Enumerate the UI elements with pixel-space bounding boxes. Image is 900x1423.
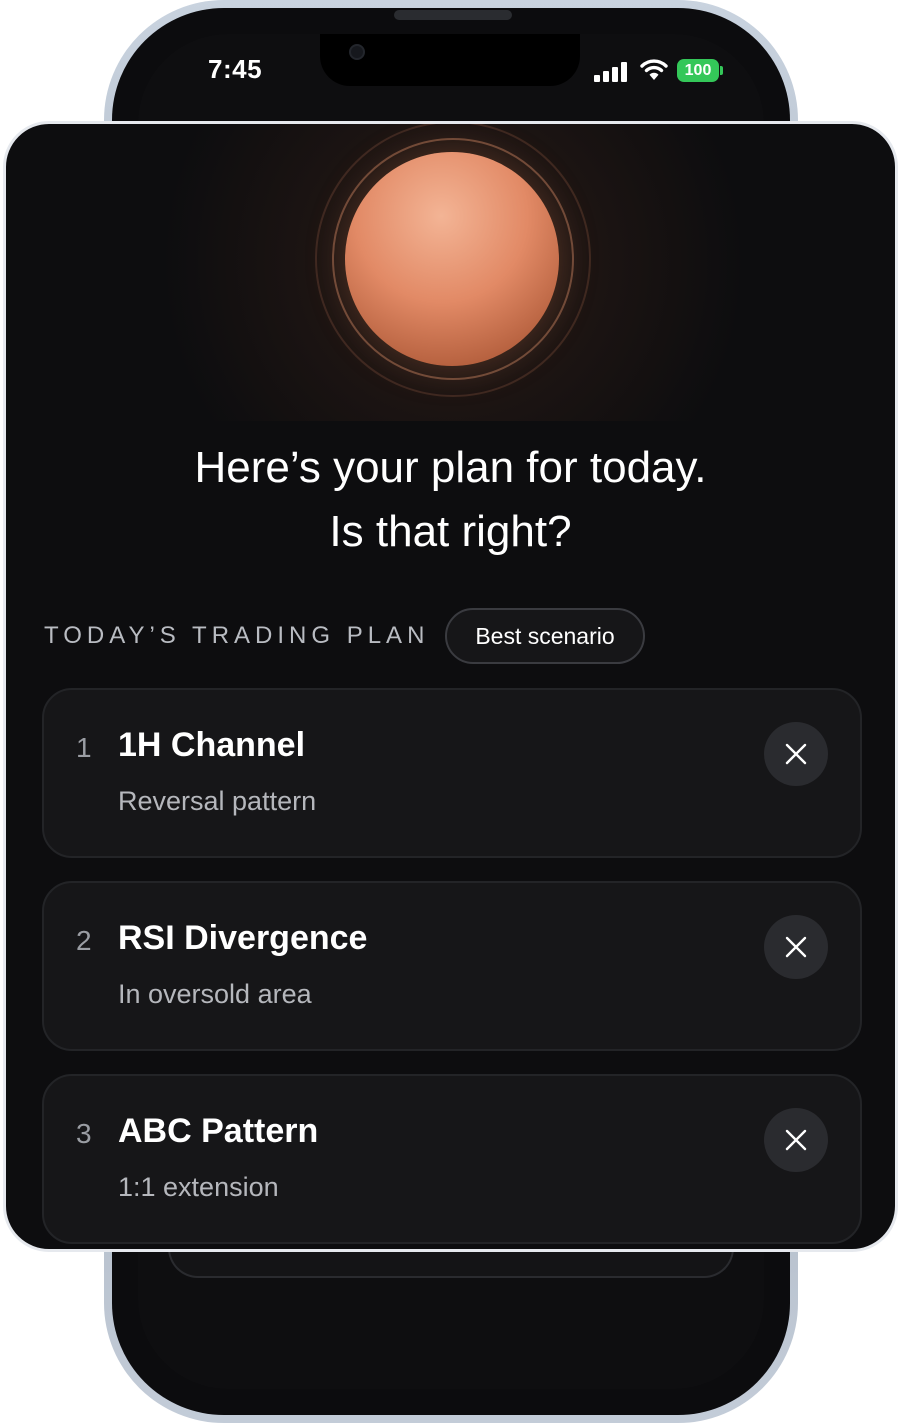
- scenario-chip[interactable]: Best scenario: [445, 608, 645, 664]
- section-label: TODAY’S TRADING PLAN: [44, 622, 430, 649]
- remove-item-button[interactable]: [764, 722, 828, 786]
- camera-icon: [349, 44, 365, 60]
- page-title: Here’s your plan for today. Is that righ…: [6, 436, 895, 564]
- wifi-icon: [640, 58, 668, 82]
- plan-item-title: RSI Divergence: [118, 919, 368, 957]
- battery-tip: [720, 66, 723, 75]
- title-line-1: Here’s your plan for today.: [194, 443, 707, 492]
- plan-item-number: 2: [76, 925, 92, 956]
- plan-item-title: ABC Pattern: [118, 1112, 319, 1150]
- plan-item-number: 1: [76, 732, 92, 763]
- assistant-orb-icon: [345, 152, 559, 366]
- remove-item-button[interactable]: [764, 915, 828, 979]
- close-icon: [785, 936, 807, 958]
- plan-item-title: 1H Channel: [118, 726, 306, 764]
- section-header: TODAY’S TRADING PLAN Best scenario: [44, 606, 864, 666]
- remove-item-button[interactable]: [764, 1108, 828, 1172]
- plan-item-2[interactable]: 2 RSI Divergence In oversold area: [42, 881, 862, 1051]
- notch: [320, 34, 580, 86]
- speaker-slot: [394, 10, 512, 20]
- plan-item-subtitle: In oversold area: [118, 979, 312, 1009]
- hero-glow: [6, 124, 895, 421]
- plan-item-subtitle: Reversal pattern: [118, 786, 317, 816]
- plan-item-number: 3: [76, 1118, 92, 1149]
- battery-icon: 100: [677, 59, 719, 82]
- signal-icon: [594, 60, 630, 82]
- close-icon: [785, 1129, 807, 1151]
- plan-item-subtitle: 1:1 extension: [118, 1172, 279, 1202]
- plan-item-3[interactable]: 3 ABC Pattern 1:1 extension: [42, 1074, 862, 1244]
- title-line-2: Is that right?: [329, 507, 572, 556]
- close-icon: [785, 743, 807, 765]
- trading-plan-card: Here’s your plan for today. Is that righ…: [3, 121, 898, 1252]
- plan-item-1[interactable]: 1 1H Channel Reversal pattern: [42, 688, 862, 858]
- status-time: 7:45: [208, 54, 263, 84]
